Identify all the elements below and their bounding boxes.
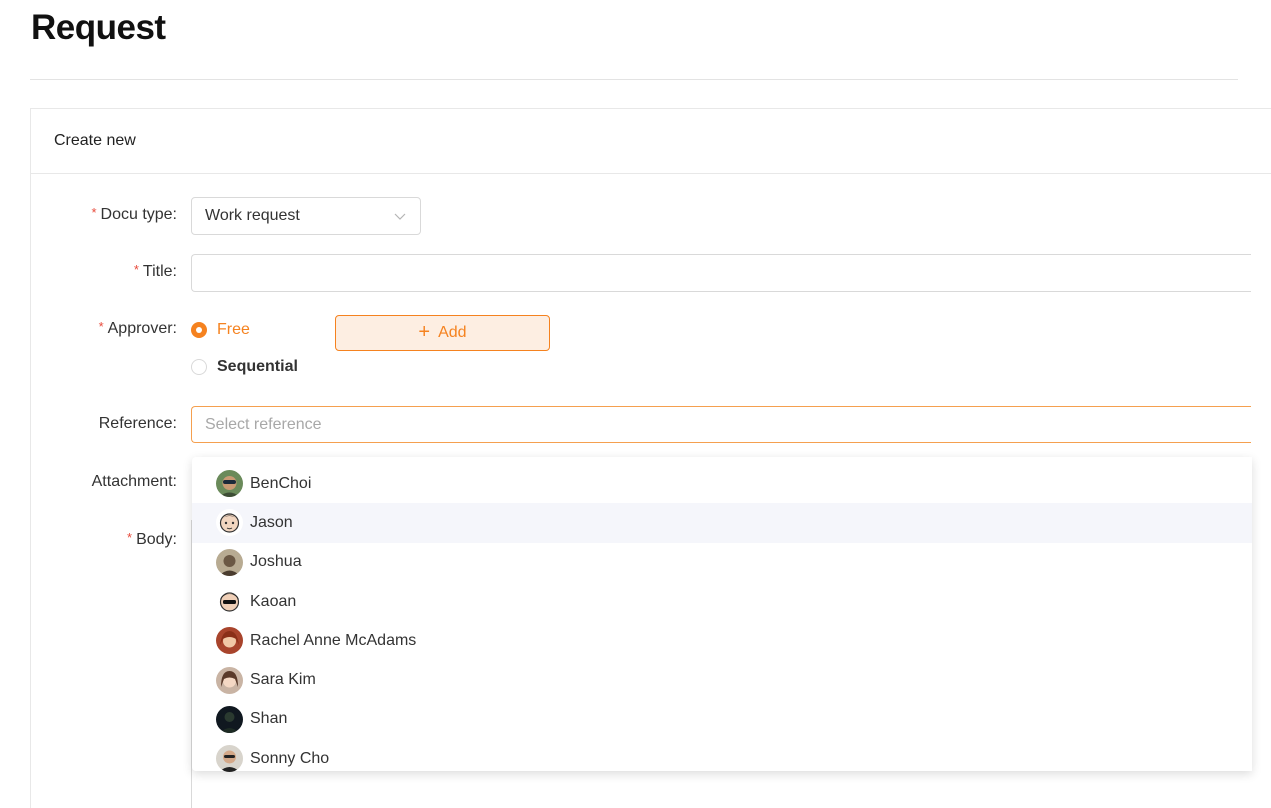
title-input[interactable] — [191, 254, 1251, 292]
approver-radio-sequential[interactable]: Sequential — [191, 358, 298, 376]
dropdown-option[interactable]: Sonny Cho — [192, 739, 1252, 778]
avatar — [216, 705, 243, 733]
radio-unchecked-icon — [191, 359, 207, 375]
attachment-label: Attachment: — [91, 473, 177, 490]
dropdown-option[interactable]: Kaoan — [192, 582, 1252, 621]
docu-type-label: * Docu type: — [91, 205, 177, 223]
reference-dropdown: BenChoi Jason Joshua Kaoan Rachel Anne M… — [192, 457, 1252, 773]
page-title: Request — [31, 8, 166, 47]
avatar — [216, 509, 243, 537]
avatar — [216, 588, 243, 616]
avatar — [216, 627, 243, 655]
approver-radio-free[interactable]: Free — [191, 321, 250, 339]
approver-label: * Approver: — [98, 319, 177, 337]
avatar — [216, 548, 243, 576]
dropdown-option[interactable]: Rachel Anne McAdams — [192, 621, 1252, 660]
avatar — [216, 745, 243, 773]
required-mark: * — [98, 319, 104, 334]
title-label: * Title: — [133, 262, 177, 280]
card-header: Create new — [31, 109, 1271, 174]
dropdown-option[interactable]: Joshua — [192, 543, 1252, 582]
required-mark: * — [91, 205, 97, 220]
docu-type-value: Work request — [205, 207, 300, 224]
reference-label: Reference: — [98, 415, 177, 432]
chevron-down-icon — [394, 213, 406, 220]
add-approver-button[interactable]: + Add — [335, 315, 550, 351]
radio-checked-icon — [191, 322, 207, 338]
dropdown-option[interactable]: Shan — [192, 700, 1252, 739]
docu-type-select[interactable]: Work request — [191, 197, 421, 235]
required-mark: * — [133, 262, 139, 277]
plus-icon: + — [418, 321, 431, 343]
reference-input[interactable] — [191, 406, 1251, 443]
body-label: * Body: — [127, 530, 177, 548]
title-divider — [30, 79, 1238, 80]
avatar — [216, 470, 243, 498]
required-mark: * — [127, 530, 133, 545]
dropdown-option[interactable]: Jason — [192, 503, 1252, 543]
dropdown-option[interactable]: BenChoi — [192, 464, 1252, 503]
avatar — [216, 666, 243, 694]
dropdown-option[interactable]: Sara Kim — [192, 660, 1252, 699]
